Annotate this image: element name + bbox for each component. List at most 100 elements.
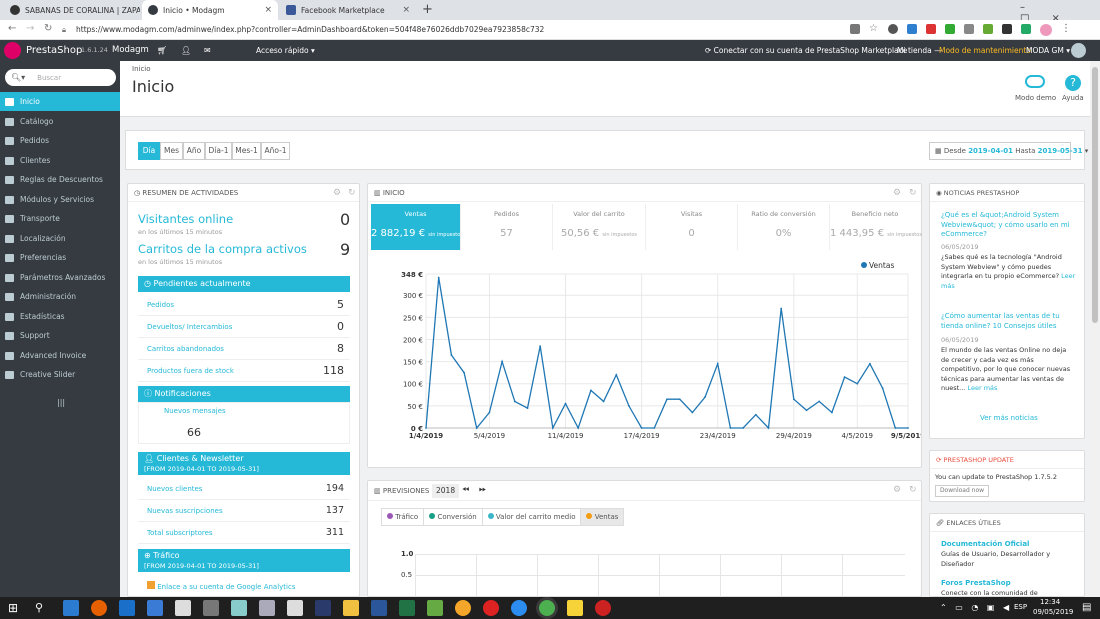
date-range-picker[interactable]: ▦ Desde 2019-04-01 Hasta 2019-05-31 ▾ bbox=[929, 142, 1088, 160]
breadcrumb[interactable]: Inicio bbox=[132, 65, 151, 73]
close-tab-icon[interactable]: × bbox=[264, 5, 272, 15]
close-tab-icon[interactable]: × bbox=[402, 5, 410, 15]
tab-conversion[interactable]: Conversión bbox=[424, 509, 483, 525]
useful-link[interactable]: Documentación Oficial bbox=[941, 540, 1029, 548]
config-icon[interactable]: ⚙ bbox=[893, 485, 901, 495]
sidebar-item-support[interactable]: Support bbox=[0, 326, 120, 345]
download-now-button[interactable]: Download now bbox=[935, 485, 989, 497]
kpi-cart-value[interactable]: Valor del carrito 50,56 € sin impuestos bbox=[553, 204, 646, 250]
browser-tab-active[interactable]: Inicio • Modagm × bbox=[142, 0, 278, 20]
online-visitors-label[interactable]: Visitantes online bbox=[138, 212, 233, 226]
clock-time[interactable]: 12:34 bbox=[1040, 598, 1060, 606]
browser-tab[interactable]: Facebook Marketplace × bbox=[280, 0, 416, 20]
pending-row[interactable]: Pedidos 5 bbox=[138, 294, 350, 316]
profile-avatar[interactable] bbox=[1040, 24, 1052, 36]
sidebar-item-descuentos[interactable]: Reglas de Descuentos bbox=[0, 170, 120, 189]
filter-month-button[interactable]: Mes bbox=[160, 142, 183, 160]
sidebar-item-estadisticas[interactable]: Estadísticas bbox=[0, 307, 120, 326]
demo-toggle-icon[interactable] bbox=[1025, 75, 1045, 88]
firefox-icon[interactable] bbox=[91, 600, 107, 616]
prev-year-icon[interactable]: ⏪︎ bbox=[462, 485, 469, 495]
opera-icon[interactable] bbox=[483, 600, 499, 616]
kpi-pedidos[interactable]: Pedidos 57 bbox=[461, 204, 553, 250]
news-item-title[interactable]: ¿Qué es el &quot;Android System Webview&… bbox=[941, 211, 1076, 240]
cart-icon[interactable]: 🛒︎ bbox=[157, 40, 167, 61]
mail-icon[interactable] bbox=[175, 600, 191, 616]
system-tray-icons[interactable]: ⌃ ▭ ◔ ▣ ◀︎ bbox=[940, 603, 1012, 612]
app-icon[interactable] bbox=[427, 600, 443, 616]
client-row[interactable]: Total subscriptores 311 bbox=[138, 522, 350, 544]
pending-row[interactable]: Productos fuera de stock 118 bbox=[138, 360, 350, 382]
photoshop-icon[interactable] bbox=[315, 600, 331, 616]
chrome-icon[interactable] bbox=[539, 600, 555, 616]
shop-name[interactable]: Modagm bbox=[112, 40, 149, 61]
search-icon[interactable]: ⚲ bbox=[35, 600, 51, 616]
extension-icon[interactable] bbox=[945, 24, 955, 34]
word-icon[interactable] bbox=[371, 600, 387, 616]
app-icon[interactable] bbox=[203, 600, 219, 616]
windows-start-icon[interactable]: ⊞ bbox=[8, 600, 24, 616]
logo-text[interactable]: PrestaShop bbox=[26, 40, 82, 61]
refresh-icon[interactable]: ↻ bbox=[909, 485, 917, 495]
kpi-net-profit[interactable]: Beneficio neto 1 443,95 € sin impuestos bbox=[830, 204, 922, 250]
client-row[interactable]: Nuevas suscripciones 137 bbox=[138, 500, 350, 522]
url-input[interactable]: 🔒︎ https://www.modagm.com/adminwe/index.… bbox=[60, 23, 880, 37]
app-icon[interactable] bbox=[595, 600, 611, 616]
marketplace-link[interactable]: ⟳ Conectar con su cuenta de PrestaShop M… bbox=[705, 40, 907, 61]
language-indicator[interactable]: ESP bbox=[1014, 603, 1027, 611]
sidebar-item-transporte[interactable]: Transporte bbox=[0, 209, 120, 228]
app-icon[interactable] bbox=[511, 600, 527, 616]
pending-row[interactable]: Carritos abandonados 8 bbox=[138, 338, 350, 360]
app-icon[interactable] bbox=[259, 600, 275, 616]
extension-icon[interactable] bbox=[907, 24, 917, 34]
sidebar-item-localizacion[interactable]: Localización bbox=[0, 229, 120, 248]
collapse-sidebar-icon[interactable]: ||| bbox=[57, 398, 65, 407]
app-icon[interactable] bbox=[231, 600, 247, 616]
new-messages-link[interactable]: Nuevos mensajes bbox=[164, 407, 226, 415]
sidebar-item-pedidos[interactable]: Pedidos bbox=[0, 131, 120, 150]
filter-prev-day-button[interactable]: Día-1 bbox=[205, 142, 232, 160]
kpi-ventas[interactable]: Ventas 2 882,19 € sin impuestos bbox=[371, 204, 463, 250]
sidebar-item-inicio[interactable]: Inicio bbox=[0, 92, 120, 111]
ga-link[interactable]: Enlace a su cuenta de Google Analytics bbox=[147, 581, 296, 591]
sidebar-item-slider[interactable]: Creative Slider bbox=[0, 365, 120, 384]
menu-icon[interactable]: ⋮ bbox=[1061, 24, 1071, 34]
quick-access-dropdown[interactable]: Acceso rápido ▾ bbox=[256, 40, 315, 61]
filter-day-button[interactable]: Día bbox=[138, 142, 160, 160]
edge-icon[interactable] bbox=[63, 600, 79, 616]
scrollbar-thumb[interactable] bbox=[1092, 67, 1098, 323]
kpi-visitas[interactable]: Visitas 0 bbox=[646, 204, 738, 250]
sidebar-item-preferencias[interactable]: Preferencias bbox=[0, 248, 120, 267]
search-box[interactable]: 🔍︎▾ Buscar bbox=[5, 69, 116, 86]
extension-icon[interactable] bbox=[1021, 24, 1031, 34]
customer-icon[interactable]: 👤︎ bbox=[181, 40, 191, 61]
tab-trafico[interactable]: Tráfico bbox=[382, 509, 425, 525]
envelope-icon[interactable]: ✉ bbox=[204, 40, 211, 61]
extension-icon[interactable] bbox=[926, 24, 936, 34]
tab-cart-average[interactable]: Valor del carrito medio bbox=[483, 509, 582, 525]
help-icon[interactable]: ? bbox=[1065, 75, 1081, 91]
refresh-icon[interactable]: ↻ bbox=[909, 188, 917, 198]
read-more-link[interactable]: Leer más bbox=[967, 384, 997, 392]
excel-icon[interactable] bbox=[399, 600, 415, 616]
search-icon[interactable]: 🔍︎▾ bbox=[11, 73, 25, 82]
sidebar-item-invoice[interactable]: Advanced Invoice bbox=[0, 346, 120, 365]
pending-row[interactable]: Devueltos/ Intercambios 0 bbox=[138, 316, 350, 338]
sidebar-item-clientes[interactable]: Clientes bbox=[0, 151, 120, 170]
calculator-icon[interactable] bbox=[287, 600, 303, 616]
clock-date[interactable]: 09/05/2019 bbox=[1033, 608, 1073, 616]
config-icon[interactable]: ⚙ bbox=[333, 188, 341, 198]
forward-icon[interactable]: → bbox=[26, 23, 34, 34]
kpi-conversion[interactable]: Ratio de conversión 0% bbox=[738, 204, 830, 250]
extension-icon[interactable] bbox=[964, 24, 974, 34]
config-icon[interactable]: ⚙ bbox=[893, 188, 901, 198]
sticky-notes-icon[interactable] bbox=[567, 600, 583, 616]
extension-icon[interactable] bbox=[983, 24, 993, 34]
app-icon[interactable] bbox=[455, 600, 471, 616]
next-year-icon[interactable]: ⏩︎ bbox=[479, 485, 486, 495]
notifications-icon[interactable]: ▤ bbox=[1082, 602, 1091, 613]
sidebar-item-parametros[interactable]: Parámetros Avanzados bbox=[0, 268, 120, 287]
extension-icon[interactable] bbox=[888, 24, 898, 34]
key-icon[interactable] bbox=[850, 24, 860, 34]
help-button[interactable]: Ayuda bbox=[1062, 94, 1084, 102]
